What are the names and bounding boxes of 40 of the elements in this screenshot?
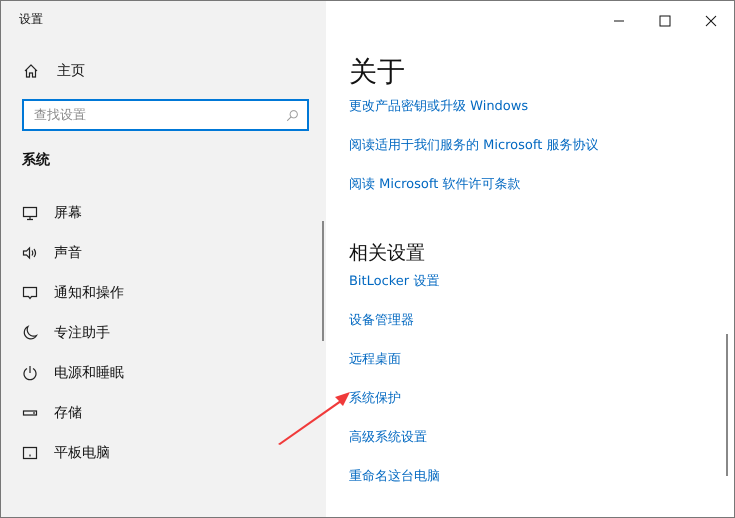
home-label: 主页: [57, 62, 85, 80]
link[interactable]: 阅读适用于我们服务的 Microsoft 服务协议: [349, 136, 734, 175]
monitor-icon: [22, 205, 38, 221]
scrollbar[interactable]: [322, 221, 324, 341]
tablet-icon: [22, 445, 38, 461]
search-field[interactable]: 查找设置: [22, 99, 309, 131]
nav-label: 通知和操作: [54, 284, 124, 302]
nav-item[interactable]: 屏幕: [1, 193, 326, 233]
link[interactable]: 系统保护: [349, 389, 734, 428]
nav-label: 屏幕: [54, 204, 82, 222]
nav-item[interactable]: 声音: [1, 233, 326, 273]
home-item[interactable]: 主页: [23, 57, 326, 85]
search-icon: [286, 109, 299, 122]
section-heading: 系统: [22, 151, 51, 169]
message-icon: [22, 285, 38, 301]
window-title: 设置: [19, 11, 44, 28]
page-title: 关于: [349, 54, 406, 90]
nav-item[interactable]: 存储: [1, 393, 326, 433]
link[interactable]: 高级系统设置: [349, 428, 734, 467]
speaker-icon: [22, 245, 38, 261]
link[interactable]: 重命名这台电脑: [349, 467, 734, 506]
power-icon: [22, 365, 38, 381]
home-icon: [23, 63, 39, 79]
link[interactable]: 远程桌面: [349, 350, 734, 389]
link[interactable]: 更改产品密钥或升级 Windows: [349, 97, 734, 136]
nav-item[interactable]: 专注助手: [1, 313, 326, 353]
link[interactable]: BitLocker 设置: [349, 272, 734, 311]
nav-label: 声音: [54, 244, 82, 262]
link[interactable]: 阅读 Microsoft 软件许可条款: [349, 175, 734, 214]
nav-item[interactable]: 通知和操作: [1, 273, 326, 313]
scrollbar[interactable]: [726, 334, 728, 476]
nav-label: 专注助手: [54, 324, 110, 342]
nav-item[interactable]: 电源和睡眠: [1, 353, 326, 393]
section-heading: 相关设置: [349, 241, 426, 266]
nav-label: 平板电脑: [54, 444, 110, 462]
nav-item[interactable]: 平板电脑: [1, 433, 326, 473]
nav-label: 存储: [54, 404, 82, 422]
moon-icon: [22, 325, 38, 341]
nav-label: 电源和睡眠: [54, 364, 124, 382]
link[interactable]: 设备管理器: [349, 311, 734, 350]
